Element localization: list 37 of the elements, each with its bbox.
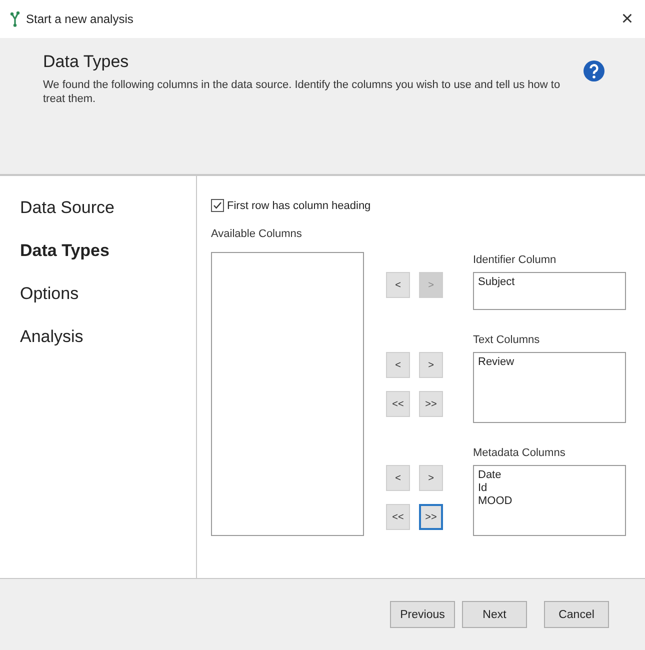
column-list[interactable]: Review bbox=[473, 352, 626, 423]
close-button[interactable]: × bbox=[619, 8, 635, 30]
footer-button[interactable]: Previous bbox=[390, 601, 455, 628]
footer-button[interactable]: Next bbox=[462, 601, 527, 628]
list-item[interactable]: Subject bbox=[478, 276, 621, 289]
move-button[interactable]: >> bbox=[419, 391, 443, 417]
move-button[interactable]: > bbox=[419, 352, 443, 378]
list-item[interactable]: MOOD bbox=[478, 495, 621, 508]
wizard-step[interactable]: Data Types bbox=[20, 241, 196, 261]
list-label: Available Columns bbox=[211, 228, 303, 242]
list-item[interactable]: Date bbox=[478, 469, 621, 482]
column-list[interactable]: Subject bbox=[473, 272, 626, 310]
checkbox-label: First row has column heading bbox=[227, 200, 371, 212]
help-icon[interactable] bbox=[583, 60, 605, 82]
list-item[interactable]: Id bbox=[478, 482, 621, 495]
app-logo-icon bbox=[10, 11, 20, 27]
list-label: Identifier Column bbox=[473, 254, 558, 268]
footer-button[interactable]: Cancel bbox=[544, 601, 609, 628]
available-columns-list[interactable] bbox=[211, 252, 364, 536]
move-button[interactable]: < bbox=[386, 272, 410, 298]
wizard-step[interactable]: Analysis bbox=[20, 327, 196, 347]
checkbox[interactable] bbox=[211, 199, 224, 212]
move-button[interactable]: << bbox=[386, 504, 410, 530]
column-list[interactable]: Date Id MOOD bbox=[473, 465, 626, 536]
list-label: Metadata Columns bbox=[473, 447, 566, 461]
page-title: Data Types bbox=[43, 52, 130, 72]
move-button[interactable]: < bbox=[386, 352, 410, 378]
window-title: Start a new analysis bbox=[26, 12, 134, 26]
wizard-step[interactable]: Data Source bbox=[20, 198, 196, 218]
wizard-step[interactable]: Options bbox=[20, 284, 196, 304]
list-item[interactable]: Review bbox=[478, 356, 621, 369]
move-button[interactable]: >> bbox=[419, 504, 443, 530]
move-button[interactable]: < bbox=[386, 465, 410, 491]
list-label: Text Columns bbox=[473, 334, 541, 348]
page-description: We found the following columns in the data source. Identify the columns you wish to use and tell us how to treat them. bbox=[43, 78, 562, 106]
move-button[interactable]: << bbox=[386, 391, 410, 417]
move-button[interactable]: > bbox=[419, 465, 443, 491]
